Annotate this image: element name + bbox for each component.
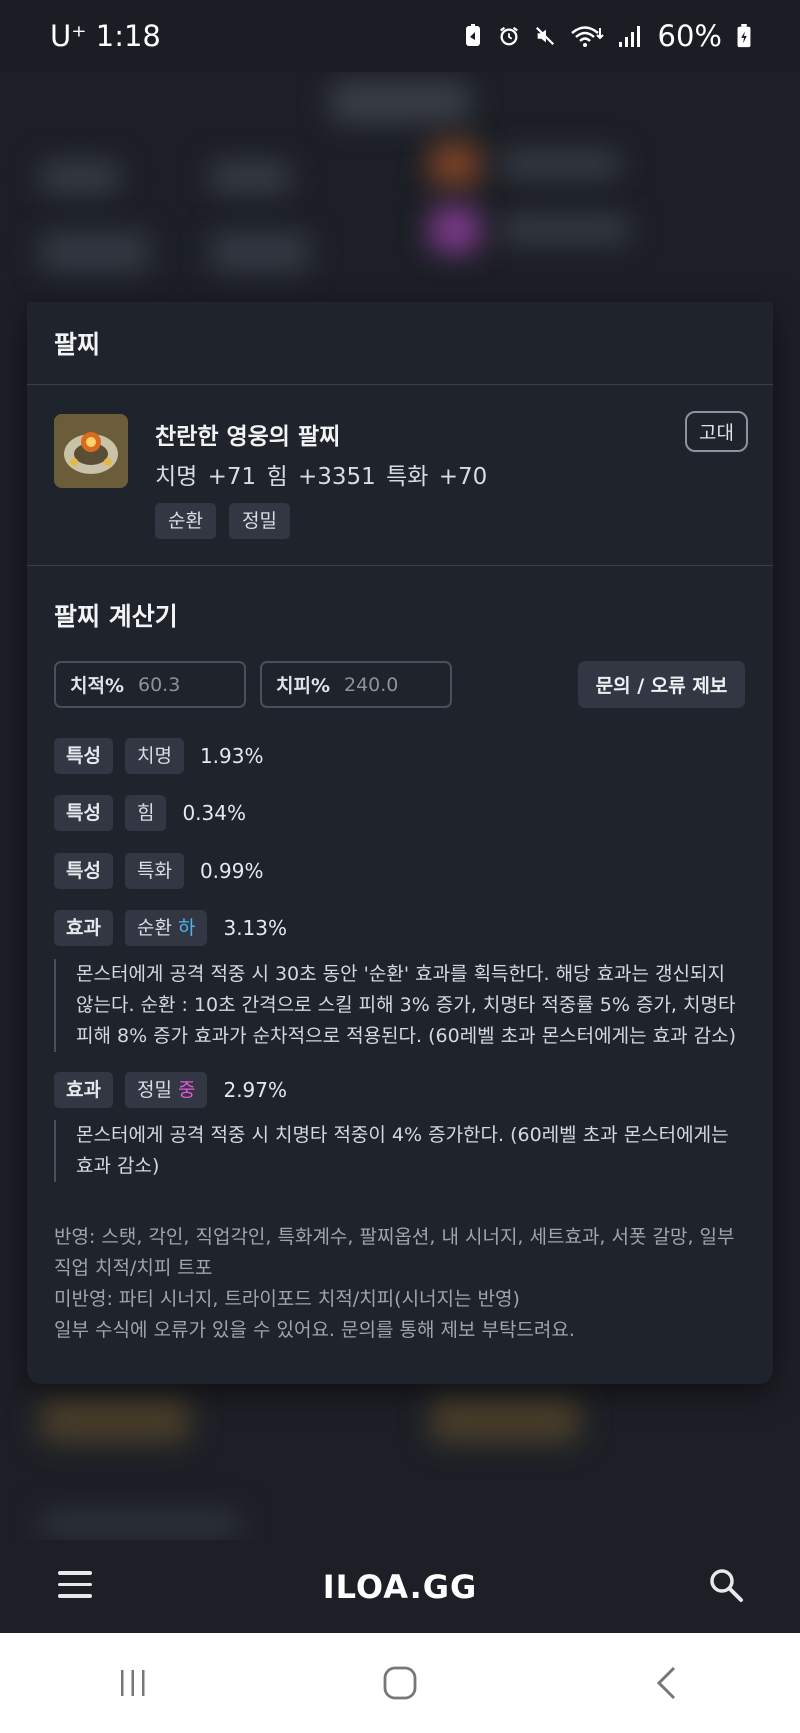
blurred-text	[40, 232, 150, 272]
effect-type: 효과	[54, 910, 113, 946]
status-right: 60%	[462, 19, 752, 53]
blurred-icon	[430, 142, 480, 187]
back-icon	[656, 1666, 675, 1700]
trait-row-power: 특성 힘 0.34%	[54, 795, 246, 831]
wifi-icon	[570, 26, 604, 47]
trait-value: 0.34%	[182, 801, 246, 825]
effect-row-cycle: 효과 순환 하 3.13%	[54, 910, 287, 946]
battery-percent: 60%	[657, 19, 722, 53]
grade-badge: 고대	[685, 411, 748, 452]
home-icon	[383, 1666, 417, 1700]
trait-type: 특성	[54, 795, 113, 831]
crit-damage-field[interactable]: 치피% 240.0	[260, 661, 452, 708]
item-tags: 순환 정밀	[155, 503, 290, 539]
footnote: 반영: 스탯, 각인, 직업각인, 특화계수, 팔찌옵션, 내 시너지, 세트효…	[54, 1222, 746, 1346]
effect-row-precision: 효과 정밀 중 2.97%	[54, 1072, 287, 1108]
carrier-time: U⁺ 1:18	[50, 19, 161, 53]
trait-name: 힘	[124, 795, 167, 831]
bracelet-icon	[54, 414, 128, 488]
blurred-text	[40, 1397, 190, 1442]
brand-logo[interactable]: ILOA.GG	[323, 1568, 478, 1606]
blurred-text	[430, 1397, 580, 1442]
back-button[interactable]	[637, 1653, 697, 1713]
footnote-reflected: 반영: 스탯, 각인, 직업각인, 특화계수, 팔찌옵션, 내 시너지, 세트효…	[54, 1226, 735, 1279]
system-nav-bar	[0, 1633, 800, 1733]
blurred-text	[210, 232, 310, 272]
crit-rate-field[interactable]: 치적% 60.3	[54, 661, 246, 708]
menu-icon[interactable]	[58, 1571, 92, 1599]
effect-name: 정밀	[136, 1079, 172, 1101]
blurred-text	[40, 162, 120, 192]
search-icon[interactable]	[708, 1567, 744, 1603]
mute-icon	[535, 26, 554, 46]
crit-rate-value[interactable]: 60.3	[138, 674, 180, 696]
item-row: 찬란한 영웅의 팔찌 치명 +71 힘 +3351 특화 +70 순환 정밀 고…	[27, 385, 773, 566]
trait-row-crit: 특성 치명 1.93%	[54, 738, 263, 774]
crit-damage-value[interactable]: 240.0	[344, 674, 398, 696]
blurred-text	[500, 152, 620, 177]
effect-tier: 하	[177, 917, 196, 939]
crit-damage-label: 치피%	[276, 675, 330, 697]
trait-value: 0.99%	[199, 859, 264, 883]
blurred-text	[500, 217, 630, 242]
trait-name: 특화	[124, 853, 184, 889]
app-bar: ILOA.GG	[0, 1540, 800, 1633]
effect-name-chip: 정밀 중	[124, 1072, 208, 1108]
report-button[interactable]: 문의 / 오류 제보	[578, 661, 745, 708]
alarm-icon	[499, 26, 518, 46]
trait-type: 특성	[54, 738, 113, 774]
effect-description: 몬스터에게 공격 적중 시 치명타 적중이 4% 증가한다. (60레벨 초과 …	[54, 1120, 746, 1182]
recent-apps-icon	[121, 1670, 145, 1696]
item-stats: 치명 +71 힘 +3351 특화 +70	[155, 464, 488, 490]
status-left: U⁺ 1:18	[50, 19, 161, 53]
bracelet-panel: 팔찌 찬란한 영웅의 팔찌 치명 +71 힘 +3351 특화 +70 순환 정…	[27, 302, 773, 1384]
blurred-title	[330, 82, 470, 122]
effect-tier: 중	[177, 1079, 196, 1101]
blurred-text	[210, 162, 290, 192]
signal-icon	[618, 26, 640, 47]
item-name: 찬란한 영웅의 팔찌	[155, 424, 341, 450]
effect-name: 순환	[136, 917, 172, 939]
panel-title: 팔찌	[27, 302, 773, 385]
effect-description: 몬스터에게 공격 적중 시 30초 동안 '순환' 효과를 획득한다. 해당 효…	[54, 959, 746, 1052]
crit-rate-label: 치적%	[70, 675, 124, 697]
item-tag: 정밀	[228, 503, 290, 539]
item-tag: 순환	[155, 503, 216, 539]
trait-type: 특성	[54, 853, 113, 889]
trait-value: 1.93%	[199, 744, 264, 768]
home-button[interactable]	[370, 1653, 430, 1713]
battery-saver-icon	[465, 24, 480, 46]
battery-icon	[737, 24, 751, 48]
effect-value: 2.97%	[223, 1078, 288, 1102]
calculator-title: 팔찌 계산기	[54, 602, 178, 631]
footnote-disclaimer: 일부 수식에 오류가 있을 수 있어요. 문의를 통해 제보 부탁드려요.	[54, 1319, 575, 1341]
trait-row-specialization: 특성 특화 0.99%	[54, 853, 263, 889]
effect-type: 효과	[54, 1072, 113, 1108]
footnote-not-reflected: 미반영: 파티 시너지, 트라이포드 치적/치피(시너지는 반영)	[54, 1288, 520, 1310]
effect-value: 3.13%	[223, 916, 288, 940]
blurred-text	[40, 1512, 240, 1537]
recent-apps-button[interactable]	[103, 1653, 163, 1713]
blurred-icon	[430, 207, 480, 252]
trait-name: 치명	[124, 738, 184, 774]
status-bar: U⁺ 1:18 60%	[0, 0, 800, 72]
effect-name-chip: 순환 하	[124, 910, 208, 946]
